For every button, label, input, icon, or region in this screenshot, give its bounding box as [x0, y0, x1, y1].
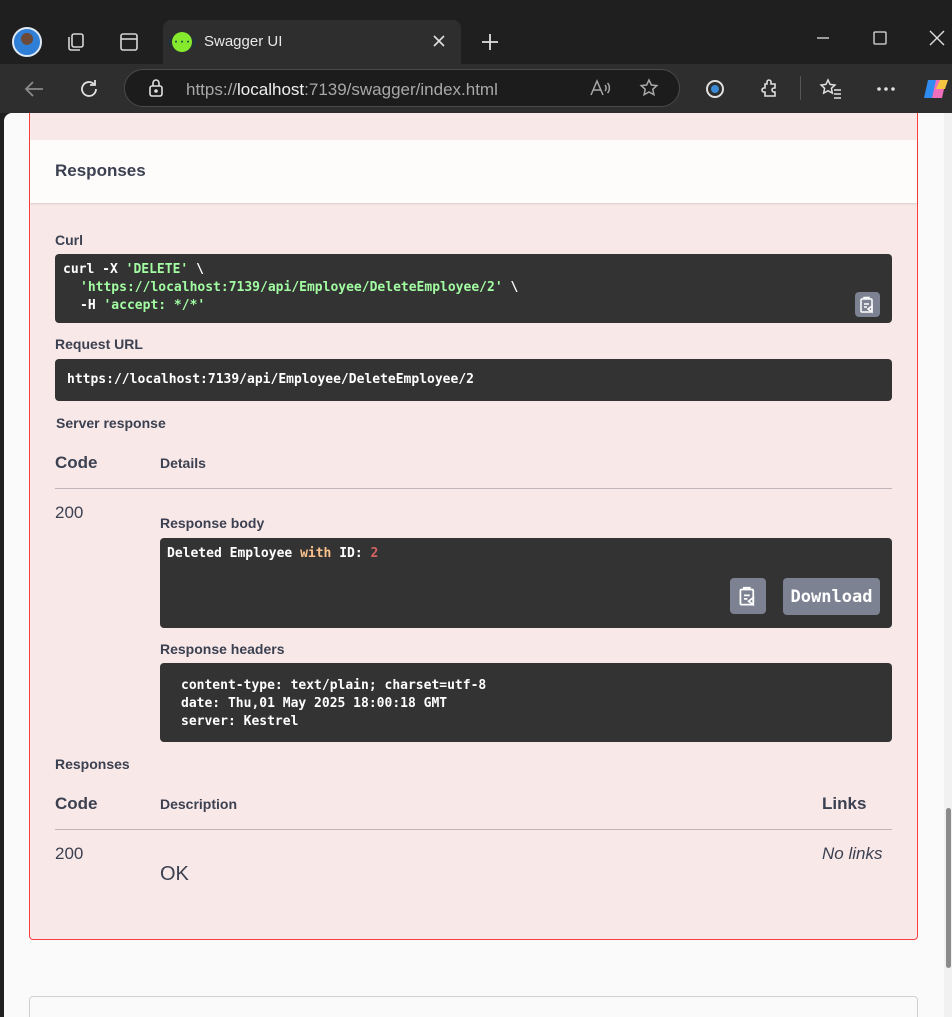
response-body-block[interactable]: Deleted Employee with ID: 2 Download	[160, 538, 892, 628]
responses-links: No links	[822, 844, 883, 863]
tracking-prevention-icon[interactable]	[700, 74, 730, 104]
responses-label: Responses	[55, 756, 130, 772]
response-header-line: date: Thu,01 May 2025 18:00:18 GMT	[181, 696, 448, 711]
swagger-favicon-icon: {···}	[167, 32, 197, 52]
lock-icon[interactable]	[141, 73, 171, 103]
back-icon[interactable]	[19, 74, 49, 104]
section-title: Responses	[55, 161, 146, 180]
close-window-icon[interactable]	[920, 24, 952, 52]
download-button[interactable]: Download	[783, 578, 880, 615]
workspaces-icon[interactable]	[62, 28, 90, 56]
server-response-details-header: Details	[160, 455, 206, 471]
tab-title: Swagger UI	[204, 33, 283, 50]
curl-label: Curl	[55, 232, 83, 248]
tab-actions-icon[interactable]	[115, 28, 143, 56]
scrollbar-thumb[interactable]	[946, 808, 951, 968]
server-response-code: 200	[55, 503, 84, 522]
toolbar-separator	[800, 76, 801, 100]
copy-response-body-button[interactable]	[730, 578, 766, 614]
response-body-label: Response body	[160, 515, 265, 531]
profile-avatar[interactable]	[12, 27, 42, 57]
new-tab-icon[interactable]	[476, 28, 504, 56]
browser-toolbar: https://localhost:7139/swagger/index.htm…	[0, 64, 952, 113]
response-headers-block[interactable]: content-type: text/plain; charset=utf-8 …	[160, 663, 892, 742]
curl-line-1: curl -X 'DELETE' \	[63, 262, 204, 277]
curl-code-block[interactable]: curl -X 'DELETE' \ 'https://localhost:71…	[55, 254, 892, 323]
responses-section-header: Responses	[30, 140, 917, 203]
curl-line-2: 'https://localhost:7139/api/Employee/Del…	[80, 280, 519, 295]
maximize-icon[interactable]	[863, 24, 897, 52]
server-response-divider	[55, 488, 892, 489]
copy-curl-button[interactable]	[855, 292, 880, 317]
response-headers-label: Response headers	[160, 641, 285, 657]
browser-titlebar: {···} Swagger UI	[0, 0, 952, 64]
extensions-icon[interactable]	[755, 74, 785, 104]
responses-divider	[55, 829, 892, 830]
page-viewport: Responses Curl curl -X 'DELETE' \ 'https…	[4, 113, 944, 1017]
favorite-star-icon[interactable]	[634, 73, 664, 103]
response-body-text: Deleted Employee with ID: 2	[167, 546, 379, 561]
read-aloud-icon[interactable]	[585, 73, 615, 103]
request-url-label: Request URL	[55, 336, 143, 352]
responses-links-header: Links	[822, 794, 867, 813]
responses-description-header: Description	[160, 796, 238, 812]
responses-code-header: Code	[55, 794, 98, 813]
close-tab-icon[interactable]	[427, 29, 451, 53]
responses-description: OK	[160, 863, 189, 885]
copilot-icon[interactable]	[922, 74, 952, 104]
delete-operation-block: Responses Curl curl -X 'DELETE' \ 'https…	[29, 113, 918, 940]
server-response-label: Server response	[56, 415, 166, 431]
next-section-block[interactable]	[29, 996, 918, 1017]
request-url-value: https://localhost:7139/api/Employee/Dele…	[67, 372, 474, 387]
url-text[interactable]: https://localhost:7139/swagger/index.htm…	[186, 80, 498, 100]
responses-code: 200	[55, 844, 84, 863]
refresh-icon[interactable]	[74, 74, 104, 104]
response-header-line: content-type: text/plain; charset=utf-8	[181, 678, 487, 693]
server-response-code-header: Code	[55, 453, 98, 472]
request-url-block[interactable]: https://localhost:7139/api/Employee/Dele…	[55, 359, 892, 401]
response-header-line: server: Kestrel	[181, 714, 299, 729]
favorites-icon[interactable]	[816, 74, 846, 104]
address-bar[interactable]: https://localhost:7139/swagger/index.htm…	[124, 69, 680, 107]
more-menu-icon[interactable]	[871, 74, 901, 104]
curl-line-3: -H 'accept: */*'	[80, 298, 206, 313]
tab-swagger-ui[interactable]: {···} Swagger UI	[163, 20, 461, 64]
minimize-icon[interactable]	[806, 24, 840, 52]
